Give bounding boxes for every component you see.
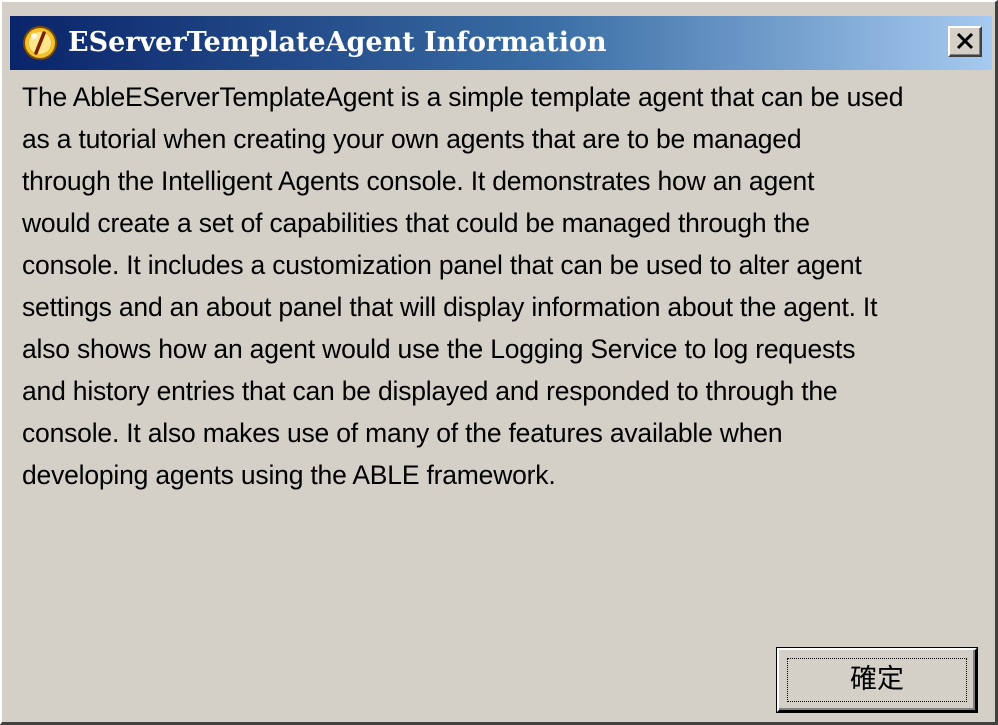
title-bar[interactable]: EServerTemplateAgent Information: [10, 16, 992, 70]
close-icon: [956, 33, 974, 50]
info-dialog: EServerTemplateAgent Information The Abl…: [0, 0, 998, 725]
dialog-title: EServerTemplateAgent Information: [68, 27, 607, 58]
description-line: The AbleEServerTemplateAgent is a simple…: [22, 82, 904, 112]
description-line: through the Intelligent Agents console. …: [22, 166, 815, 196]
info-lightbulb-icon: [22, 25, 58, 61]
description-line: also shows how an agent would use the Lo…: [22, 334, 856, 364]
description-line: would create a set of capabilities that …: [22, 208, 810, 238]
description-line: console. It also makes use of many of th…: [22, 418, 783, 448]
description-line: as a tutorial when creating your own age…: [22, 124, 802, 154]
description-line: and history entries that can be displaye…: [22, 376, 838, 406]
ok-button-label: 確定: [850, 664, 904, 695]
description-text: The AbleEServerTemplateAgent is a simple…: [22, 76, 992, 496]
ok-button[interactable]: 確定: [777, 648, 977, 712]
description-line: developing agents using the ABLE framewo…: [22, 460, 556, 490]
description-line: console. It includes a customization pan…: [22, 250, 862, 280]
description-line: settings and an about panel that will di…: [22, 292, 878, 322]
close-button[interactable]: [948, 26, 982, 57]
